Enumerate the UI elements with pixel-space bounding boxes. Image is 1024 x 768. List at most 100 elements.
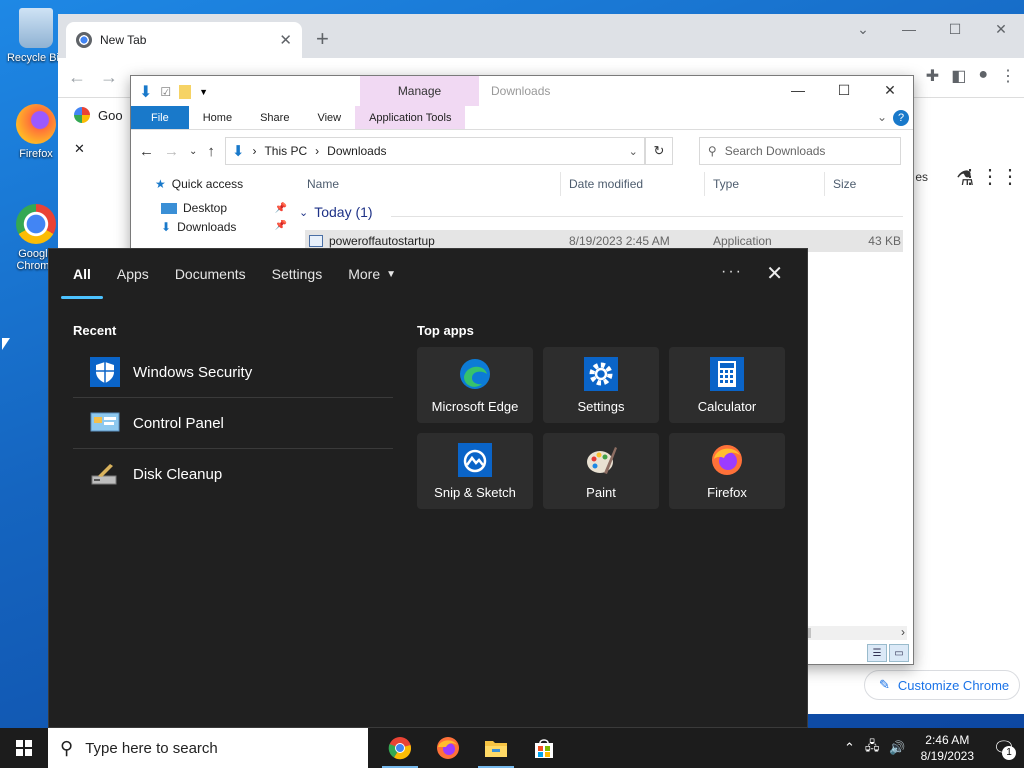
close-icon[interactable]: ✕ bbox=[766, 261, 783, 286]
address-bar[interactable]: ⬇ › This PC › Downloads ⌄ bbox=[224, 137, 645, 165]
top-app-calculator[interactable]: Calculator bbox=[669, 347, 785, 423]
google-apps-grid-icon[interactable]: ⋮⋮⋮ bbox=[960, 164, 1020, 189]
column-headers: Name Date modified Type Size bbox=[299, 172, 907, 196]
search-tab-documents[interactable]: Documents bbox=[175, 249, 246, 299]
maximize-button[interactable]: ☐ bbox=[821, 76, 867, 104]
explorer-window-controls: — ☐ ✕ bbox=[775, 76, 913, 104]
tab-search-chevron-icon[interactable]: ⌄ bbox=[840, 14, 886, 44]
search-tab-settings[interactable]: Settings bbox=[272, 249, 323, 299]
minimize-button[interactable]: — bbox=[886, 14, 932, 44]
details-view-icon[interactable]: ☰ bbox=[867, 644, 887, 662]
profile-avatar-icon[interactable]: ● bbox=[978, 66, 988, 86]
downloads-arrow-icon: ⬇ bbox=[161, 220, 172, 234]
breadcrumb-this-pc[interactable]: This PC bbox=[264, 144, 307, 158]
windows-logo-icon bbox=[16, 740, 32, 756]
ribbon-tab-application-tools[interactable]: Application Tools bbox=[355, 106, 466, 129]
nav-item-label: Quick access bbox=[171, 177, 244, 191]
nav-item-desktop[interactable]: Desktop 📌 bbox=[131, 196, 291, 220]
search-tab-all[interactable]: All bbox=[61, 249, 103, 299]
recent-item-windows-security[interactable]: Windows Security bbox=[73, 347, 393, 398]
store-bag-icon bbox=[535, 739, 553, 758]
close-button[interactable]: ✕ bbox=[978, 14, 1024, 44]
column-header-name[interactable]: Name bbox=[299, 172, 561, 196]
ribbon-tab-file[interactable]: File bbox=[131, 106, 189, 129]
recent-item-label: Windows Security bbox=[133, 363, 253, 381]
recent-item-control-panel[interactable]: Control Panel bbox=[73, 398, 393, 449]
column-header-type[interactable]: Type bbox=[705, 172, 825, 196]
group-header-today[interactable]: ⌄ Today (1) bbox=[299, 204, 373, 220]
ribbon-tab-share[interactable]: Share bbox=[246, 106, 303, 129]
close-button[interactable]: ✕ bbox=[867, 76, 913, 104]
search-icon: ⚲ bbox=[707, 144, 717, 158]
ribbon-tab-home[interactable]: Home bbox=[189, 106, 246, 129]
breadcrumb-separator-icon[interactable]: › bbox=[315, 144, 319, 158]
up-arrow-icon[interactable]: ↑ bbox=[207, 143, 215, 160]
minimize-button[interactable]: — bbox=[775, 76, 821, 104]
desktop-folder-icon bbox=[161, 202, 177, 214]
nav-item-quick-access[interactable]: ★ Quick access bbox=[131, 172, 291, 196]
side-panel-icon[interactable]: ◧ bbox=[951, 66, 966, 86]
top-app-snip-sketch[interactable]: Snip & Sketch bbox=[417, 433, 533, 509]
taskbar-search-box[interactable]: ⚲ Type here to search bbox=[48, 728, 368, 768]
new-folder-icon[interactable] bbox=[179, 85, 192, 99]
bookmark-label[interactable]: Goo bbox=[98, 108, 123, 123]
chrome-tab-new-tab[interactable]: New Tab ✕ bbox=[66, 22, 302, 58]
maximize-button[interactable]: ☐ bbox=[932, 14, 978, 44]
expand-ribbon-chevron-icon[interactable]: ⌄ bbox=[877, 110, 887, 124]
chrome-menu-icon[interactable]: ⋮ bbox=[1000, 66, 1016, 86]
downloads-arrow-icon: ⬇ bbox=[139, 84, 153, 101]
nav-item-downloads[interactable]: ⬇ Downloads 📌 bbox=[131, 220, 291, 234]
action-center-button[interactable]: 🗨 1 bbox=[984, 728, 1024, 768]
forward-arrow-icon[interactable]: → bbox=[164, 143, 179, 160]
customize-qat-icon[interactable]: ▼ bbox=[199, 87, 208, 97]
top-app-firefox[interactable]: Firefox bbox=[669, 433, 785, 509]
taskbar-pinned-apps bbox=[376, 728, 568, 768]
search-downloads-input[interactable]: ⚲ Search Downloads bbox=[698, 137, 901, 165]
taskbar-app-file-explorer[interactable] bbox=[472, 728, 520, 768]
explorer-title-bar: ⬇ ☑ ▼ Manage Downloads — ☐ ✕ bbox=[131, 76, 913, 106]
top-app-settings[interactable]: Settings bbox=[543, 347, 659, 423]
taskbar-app-microsoft-store[interactable] bbox=[520, 728, 568, 768]
breadcrumb-downloads[interactable]: Downloads bbox=[327, 144, 386, 158]
customize-chrome-button[interactable]: ✎ Customize Chrome bbox=[864, 670, 1020, 700]
new-tab-button[interactable]: + bbox=[316, 26, 329, 52]
breadcrumb-separator-icon[interactable]: › bbox=[252, 144, 256, 158]
chrome-icon bbox=[388, 737, 412, 760]
more-options-icon[interactable]: ··· bbox=[721, 263, 743, 281]
taskbar-app-chrome[interactable] bbox=[376, 728, 424, 768]
clock[interactable]: 2:46 AM 8/19/2023 bbox=[911, 732, 984, 764]
search-tab-apps[interactable]: Apps bbox=[117, 249, 149, 299]
extensions-puzzle-icon[interactable]: ✚ bbox=[926, 66, 939, 86]
tab-close-icon[interactable]: ✕ bbox=[279, 31, 292, 49]
help-icon[interactable]: ? bbox=[893, 110, 909, 126]
taskbar: ⚲ Type here to search ⌃ 🖧 🔊 2:46 AM 8/19… bbox=[0, 728, 1024, 768]
back-arrow-icon[interactable]: ← bbox=[68, 67, 86, 88]
address-dropdown-chevron-icon[interactable]: ⌄ bbox=[629, 145, 638, 158]
top-apps-grid: Microsoft Edge Settings Calculator Snip … bbox=[417, 347, 789, 509]
nav-item-label: Desktop bbox=[183, 201, 228, 215]
refresh-button[interactable]: ↻ bbox=[644, 137, 673, 165]
back-arrow-icon[interactable]: ← bbox=[139, 143, 154, 160]
properties-icon[interactable]: ☑ bbox=[160, 85, 171, 99]
search-tab-more[interactable]: More ▼ bbox=[348, 249, 396, 299]
recent-item-disk-cleanup[interactable]: Disk Cleanup bbox=[73, 449, 393, 500]
scroll-right-arrow-icon[interactable]: › bbox=[901, 625, 905, 639]
network-icon[interactable]: 🖧 bbox=[860, 737, 885, 759]
large-icons-view-icon[interactable]: ▭ bbox=[889, 644, 909, 662]
ribbon-tab-view[interactable]: View bbox=[303, 106, 355, 129]
forward-arrow-icon[interactable]: → bbox=[100, 67, 118, 88]
manage-contextual-tab[interactable]: Manage bbox=[360, 76, 479, 106]
collapse-chevron-icon[interactable]: ⌄ bbox=[299, 206, 308, 219]
show-hidden-icons-chevron-icon[interactable]: ⌃ bbox=[839, 740, 860, 756]
recent-list: Windows Security Control Panel Disk Clea… bbox=[73, 347, 393, 500]
top-app-microsoft-edge[interactable]: Microsoft Edge bbox=[417, 347, 533, 423]
firefox-icon bbox=[16, 104, 56, 144]
column-header-date-modified[interactable]: Date modified bbox=[561, 172, 705, 196]
volume-icon[interactable]: 🔊 bbox=[884, 740, 910, 756]
top-app-paint[interactable]: Paint bbox=[543, 433, 659, 509]
search-icon: ⚲ bbox=[60, 737, 74, 758]
start-button[interactable] bbox=[0, 728, 48, 768]
taskbar-app-firefox[interactable] bbox=[424, 728, 472, 768]
column-header-size[interactable]: Size bbox=[825, 172, 907, 196]
recent-locations-chevron-icon[interactable]: ⌄ bbox=[189, 146, 197, 157]
